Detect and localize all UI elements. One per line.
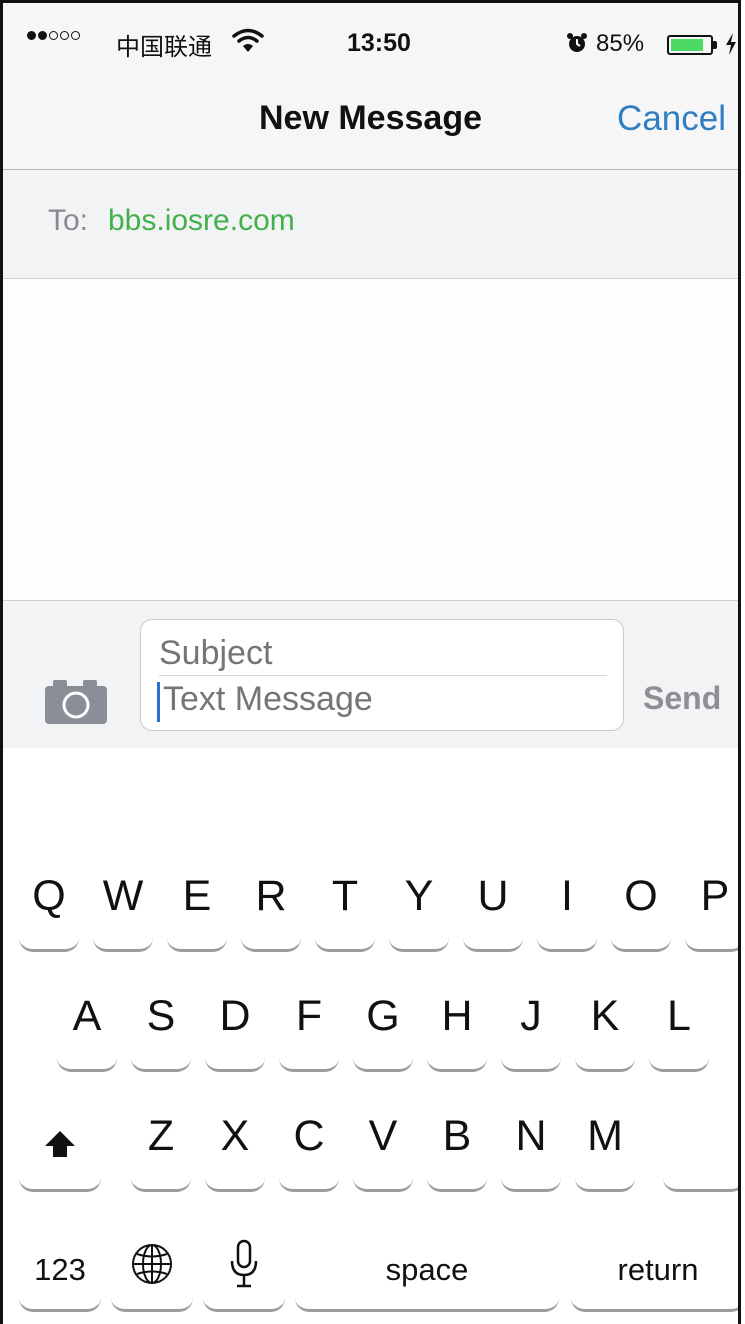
key-v[interactable]: V	[353, 1098, 413, 1192]
key-label: I	[561, 872, 573, 920]
text-cursor	[157, 682, 160, 722]
key-label: A	[72, 992, 102, 1040]
delete-key[interactable]	[663, 1098, 738, 1192]
signal-dot	[71, 31, 80, 40]
key-label: Z	[147, 1112, 175, 1160]
key-r[interactable]: R	[241, 858, 301, 952]
keyboard: 123 space return QWERTY U I O P A S D F …	[3, 858, 738, 1324]
key-w[interactable]: W	[93, 858, 153, 952]
key-label: D	[219, 992, 251, 1040]
numbers-key[interactable]: 123	[19, 1218, 101, 1312]
key-e[interactable]: E	[167, 858, 227, 952]
key-label: U	[477, 872, 509, 920]
signal-dot	[49, 31, 58, 40]
conversation-area	[3, 279, 738, 600]
key-g[interactable]: G	[353, 978, 413, 1072]
battery-percent: 85%	[596, 30, 645, 57]
shift-key[interactable]	[19, 1098, 101, 1192]
key-b[interactable]: B	[427, 1098, 487, 1192]
key-label: L	[667, 992, 691, 1040]
key-label: O	[624, 872, 658, 920]
key-a[interactable]: A	[57, 978, 117, 1072]
shift-icon	[45, 1130, 75, 1157]
recipient-label: To:	[48, 204, 89, 237]
key-label: C	[293, 1112, 325, 1160]
space-key[interactable]: space	[295, 1218, 559, 1312]
key-label: N	[515, 1112, 547, 1160]
key-label: W	[102, 872, 144, 920]
key-h[interactable]: H	[427, 978, 487, 1072]
globe-key[interactable]	[111, 1218, 193, 1312]
key-o[interactable]: O	[611, 858, 671, 952]
signal-dot	[27, 31, 36, 40]
key-t[interactable]: T	[315, 858, 375, 952]
signal-dot	[38, 31, 47, 40]
key-f[interactable]: F	[279, 978, 339, 1072]
key-label: M	[587, 1112, 623, 1160]
key-label: K	[590, 992, 620, 1040]
key-i[interactable]: I	[537, 858, 597, 952]
charging-bolt-icon	[726, 33, 736, 55]
return-key-label: return	[617, 1252, 699, 1287]
key-p[interactable]: P	[685, 858, 738, 952]
key-label: E	[182, 872, 212, 920]
key-d[interactable]: D	[205, 978, 265, 1072]
key-label: T	[331, 872, 359, 920]
key-label: F	[295, 992, 323, 1040]
key-k[interactable]: K	[575, 978, 635, 1072]
key-y[interactable]: Y	[389, 858, 449, 952]
wifi-icon	[232, 28, 264, 52]
key-label: J	[520, 992, 542, 1040]
key-c[interactable]: C	[279, 1098, 339, 1192]
space-key-label: space	[385, 1252, 469, 1287]
key-label: B	[442, 1112, 472, 1160]
battery-cap	[713, 41, 717, 49]
key-l[interactable]: L	[649, 978, 709, 1072]
globe-icon	[132, 1243, 172, 1284]
phone-screen: 中国联通 13:50 85% New Message Cancel To: bb…	[0, 0, 741, 1324]
key-x[interactable]: X	[205, 1098, 265, 1192]
battery-fill	[671, 39, 703, 51]
battery-icon	[667, 35, 713, 55]
compose-divider	[159, 675, 607, 676]
carrier-name: 中国联通	[116, 33, 212, 61]
send-button[interactable]: Send	[643, 680, 721, 717]
key-label: Q	[32, 872, 66, 920]
key-u[interactable]: U	[463, 858, 523, 952]
subject-input[interactable]	[159, 634, 599, 673]
camera-icon[interactable]	[45, 676, 107, 724]
key-m[interactable]: M	[575, 1098, 635, 1192]
key-label: H	[441, 992, 473, 1040]
microphone-icon	[230, 1239, 258, 1287]
cellular-signal-icon	[27, 31, 80, 40]
key-n[interactable]: N	[501, 1098, 561, 1192]
key-label: S	[146, 992, 176, 1040]
return-key[interactable]: return	[571, 1218, 738, 1312]
numbers-key-label: 123	[34, 1252, 86, 1287]
message-input[interactable]	[163, 680, 593, 719]
key-z[interactable]: Z	[131, 1098, 191, 1192]
key-label: X	[220, 1112, 250, 1160]
key-s[interactable]: S	[131, 978, 191, 1072]
status-bar: 中国联通 13:50 85%	[3, 3, 738, 71]
key-label: V	[368, 1112, 398, 1160]
recipient-field[interactable]: To: bbs.iosre.com	[3, 170, 738, 279]
cancel-button[interactable]: Cancel	[617, 99, 726, 139]
key-label: Y	[404, 872, 434, 920]
key-label: G	[366, 992, 400, 1040]
recipient-token[interactable]: bbs.iosre.com	[108, 204, 295, 238]
signal-dot	[60, 31, 69, 40]
message-input-bar: Send	[3, 600, 738, 749]
keyboard-spacer	[3, 748, 738, 858]
navigation-bar: New Message Cancel	[3, 71, 738, 170]
key-q[interactable]: Q	[19, 858, 79, 952]
alarm-icon	[567, 33, 587, 52]
key-label: P	[700, 872, 730, 920]
clock: 13:50	[347, 29, 411, 57]
compose-box[interactable]	[140, 619, 624, 731]
key-label: R	[255, 872, 287, 920]
key-j[interactable]: J	[501, 978, 561, 1072]
dictation-key[interactable]	[203, 1218, 285, 1312]
